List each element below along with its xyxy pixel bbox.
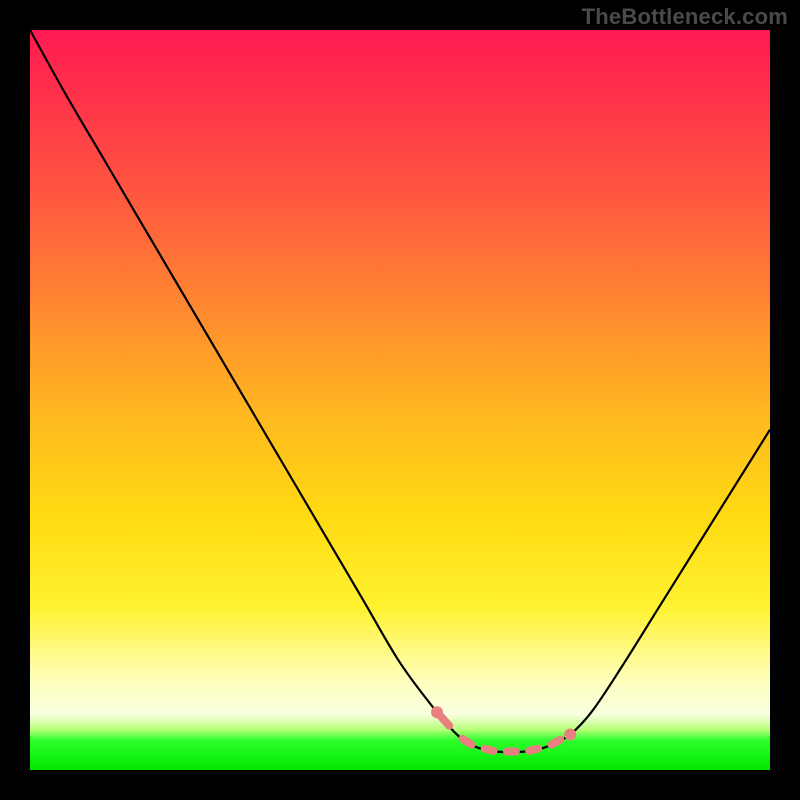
highlight-dash [485, 749, 494, 751]
chart-frame: TheBottleneck.com [0, 0, 800, 800]
watermark-text: TheBottleneck.com [582, 4, 788, 30]
highlight-dash [551, 740, 560, 745]
curve-svg [30, 30, 770, 770]
bottleneck-curve-path [30, 30, 770, 752]
plot-area [30, 30, 770, 770]
highlight-dash [440, 716, 449, 726]
highlight-dash [529, 749, 538, 751]
highlight-dash [463, 739, 472, 745]
highlight-endpoint [564, 728, 576, 740]
